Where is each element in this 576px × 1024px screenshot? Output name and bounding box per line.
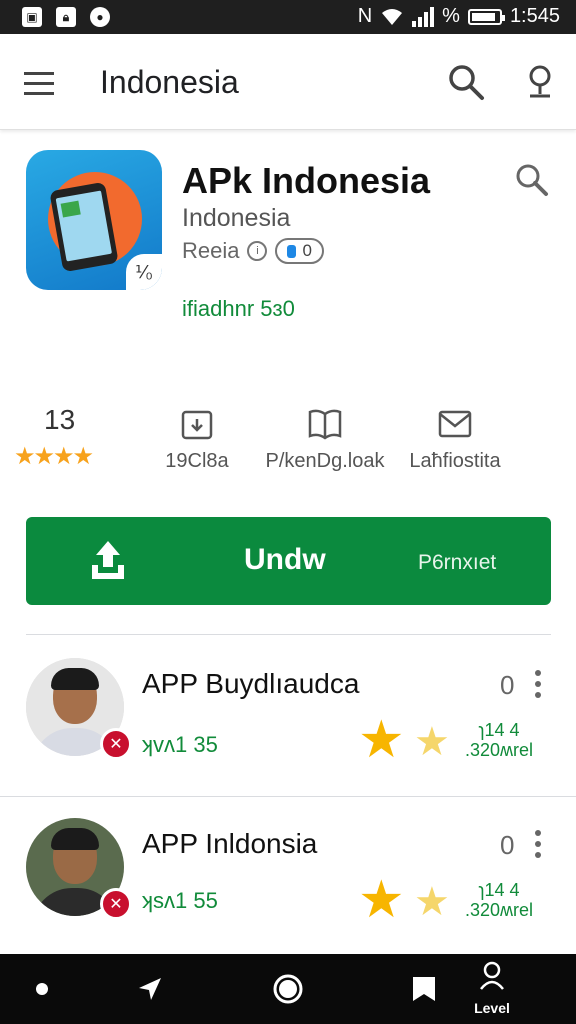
battery-percent-label: % bbox=[442, 5, 460, 27]
rating-value: 13 bbox=[44, 404, 76, 435]
review-item[interactable]: ✕ APP Inldonsia 0 ʞsʌ1 55 ★ ★ ɿ14 4 .320… bbox=[0, 818, 576, 968]
search-icon[interactable] bbox=[446, 62, 486, 102]
home-icon[interactable] bbox=[266, 954, 310, 1024]
category-label: P/kenDg.loak bbox=[265, 450, 385, 472]
downloads-stat: 19Cl8a bbox=[132, 404, 262, 473]
rating-pill: 0 bbox=[275, 238, 324, 264]
star-icon: ★ bbox=[358, 871, 405, 929]
battery-icon bbox=[467, 8, 505, 25]
wifi-icon bbox=[382, 8, 403, 25]
network-label: N bbox=[357, 5, 373, 27]
image-icon: ▣ bbox=[22, 7, 42, 27]
star-icon: ★ bbox=[414, 880, 450, 924]
content-rating-row: Reeia i 0 bbox=[182, 238, 324, 264]
profile-icon[interactable] bbox=[472, 954, 512, 998]
book-icon bbox=[308, 409, 342, 440]
status-bar-system: N % 1:545 bbox=[358, 5, 560, 28]
bookmark-icon[interactable] bbox=[402, 954, 446, 1024]
app-icon-badge: ⅟₀ bbox=[126, 254, 162, 290]
signal-icon bbox=[412, 6, 435, 27]
downloads-label: 19Cl8a bbox=[165, 450, 229, 472]
review-side-top: ɿ14 4 bbox=[478, 880, 520, 900]
review-count: 0 bbox=[500, 670, 515, 700]
offer-text: ifiadhnr 5ɜ0 bbox=[182, 296, 295, 321]
content-rating-label: Reeia bbox=[182, 238, 240, 263]
review-item[interactable]: ✕ APP Buydlıaudca 0 ʞvʌ1 35 ★ ★ ɿ14 4 .3… bbox=[0, 658, 576, 808]
review-side-info: ɿ14 4 .320ʍrel bbox=[454, 720, 544, 760]
remove-badge-icon[interactable]: ✕ bbox=[100, 888, 132, 920]
category-stat[interactable]: P/kenDg.loak bbox=[260, 404, 390, 473]
back-icon[interactable] bbox=[128, 954, 172, 1024]
person-icon bbox=[287, 244, 297, 258]
review-side-top: ɿ14 4 bbox=[478, 720, 520, 740]
install-secondary-label: P6rnxıet bbox=[418, 551, 497, 574]
rating-stat: 13 ★★★★ bbox=[14, 404, 144, 471]
account-icon[interactable] bbox=[522, 62, 558, 102]
review-side-info: ɿ14 4 .320ʍrel bbox=[454, 880, 544, 920]
divider bbox=[26, 634, 551, 635]
app-icon[interactable]: ⅟₀ bbox=[26, 150, 162, 290]
rating-stars: ★★★★ bbox=[14, 443, 94, 470]
review-count: 0 bbox=[500, 830, 515, 860]
star-icon: ★ bbox=[414, 720, 450, 764]
app-bar: Indonesia bbox=[0, 38, 576, 130]
developer-name[interactable]: Indonesia bbox=[182, 204, 290, 233]
upload-icon bbox=[92, 541, 124, 579]
menu-icon[interactable] bbox=[24, 72, 56, 96]
review-side-bottom: .320ʍrel bbox=[464, 740, 534, 760]
dot-icon[interactable] bbox=[22, 954, 62, 1024]
contact-stat[interactable]: Laħfiostita bbox=[390, 404, 520, 473]
lock-icon: 🔒︎ bbox=[56, 7, 76, 27]
navigation-bar: Level bbox=[0, 954, 576, 1024]
divider bbox=[0, 796, 576, 797]
review-title: APP Inldonsia bbox=[142, 828, 318, 859]
review-meta: ʞsʌ1 55 bbox=[142, 888, 218, 913]
app-name: APk Indonesia bbox=[182, 160, 431, 201]
profile-label: Level bbox=[474, 1000, 510, 1016]
alarm-icon: ● bbox=[90, 7, 110, 27]
review-title: APP Buydlıaudca bbox=[142, 668, 360, 699]
battery-fill bbox=[471, 12, 496, 21]
contact-label: Laħfiostita bbox=[409, 450, 501, 472]
more-vert-icon[interactable] bbox=[534, 830, 542, 858]
rating-pill-value: 0 bbox=[302, 241, 312, 260]
info-icon[interactable]: i bbox=[247, 241, 268, 261]
search-icon[interactable] bbox=[514, 162, 550, 198]
more-vert-icon[interactable] bbox=[534, 670, 542, 698]
mail-icon bbox=[438, 410, 472, 438]
review-meta: ʞvʌ1 35 bbox=[142, 732, 218, 757]
remove-badge-icon[interactable]: ✕ bbox=[100, 728, 132, 760]
status-bar: ▣ 🔒︎ ● N % 1:545 bbox=[0, 0, 576, 34]
install-button[interactable]: Undw P6rnxıet bbox=[26, 517, 551, 605]
status-bar-notifications: ▣ 🔒︎ ● bbox=[22, 7, 110, 27]
review-side-bottom: .320ʍrel bbox=[464, 900, 534, 920]
page-title: Indonesia bbox=[100, 64, 239, 100]
clock: 1:545 bbox=[509, 5, 560, 27]
install-label: Undw bbox=[244, 543, 326, 576]
download-box-icon bbox=[181, 410, 213, 440]
star-icon: ★ bbox=[358, 711, 405, 769]
